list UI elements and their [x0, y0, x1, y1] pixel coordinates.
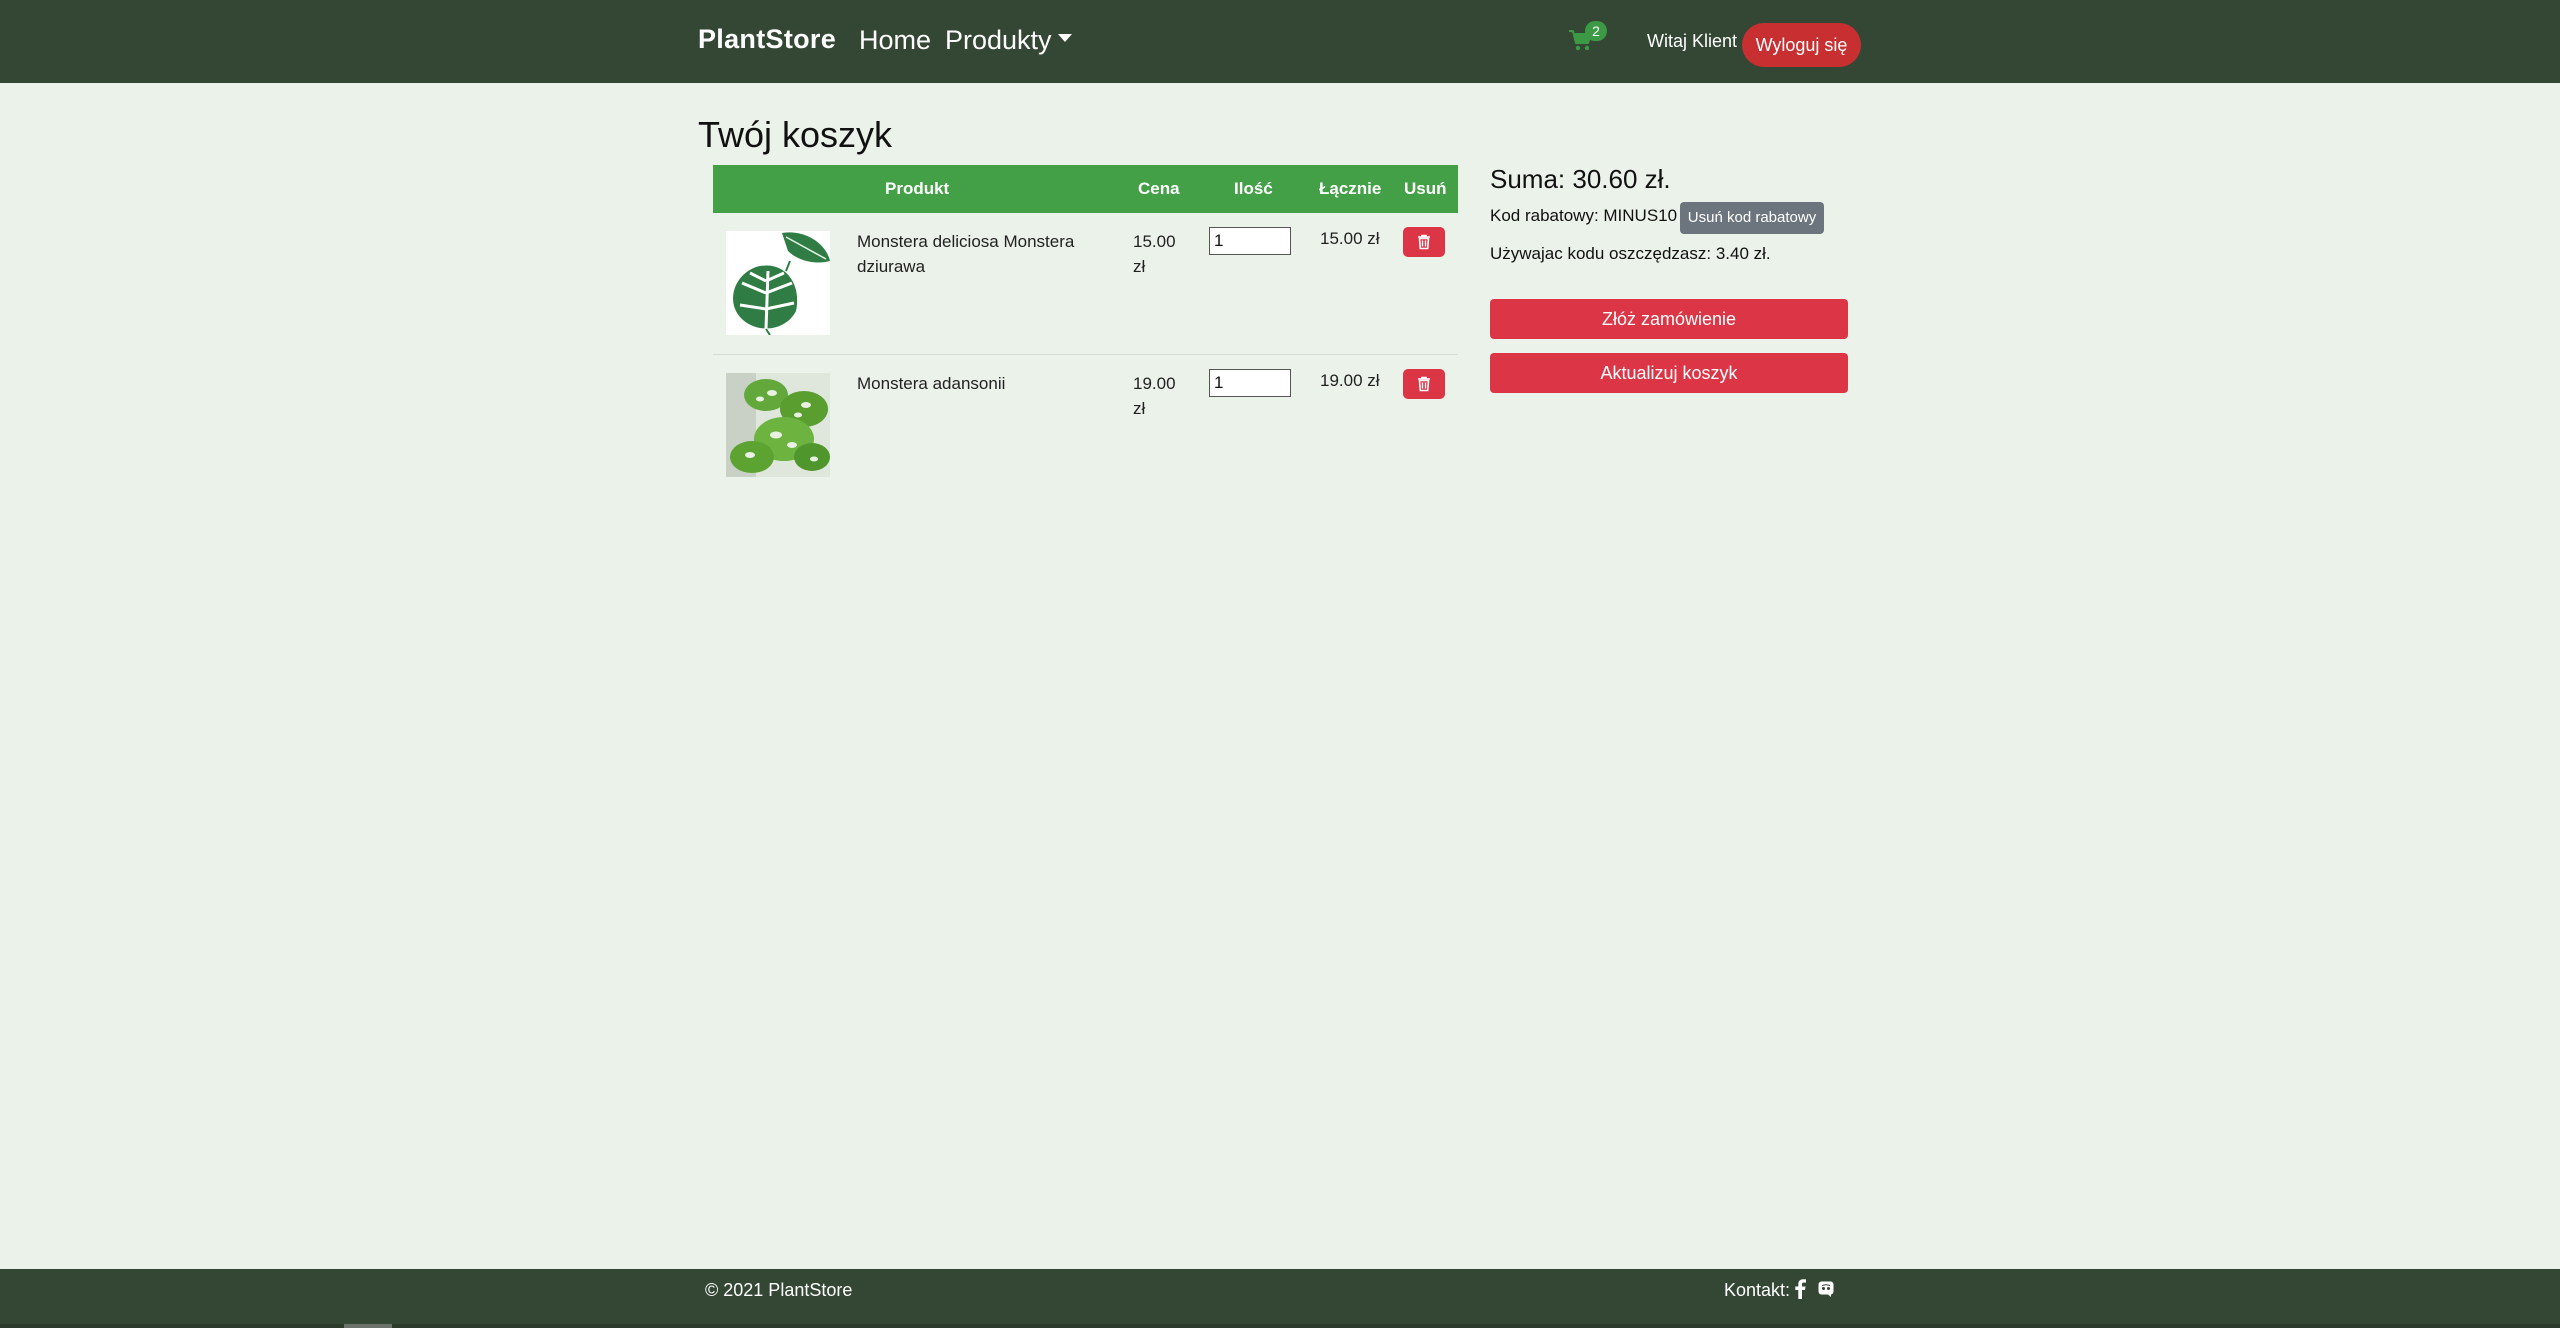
nav-products-label: Produkty — [945, 25, 1052, 55]
product-total: 15.00 zł — [1320, 229, 1380, 248]
product-image[interactable] — [726, 373, 830, 477]
product-name[interactable]: Monstera adansonii — [857, 371, 1087, 396]
user-greeting: Witaj Klient — [1647, 31, 1738, 51]
delete-button[interactable] — [1403, 369, 1445, 399]
copyright-text: © 2021 PlantStore — [705, 1280, 853, 1300]
delete-button[interactable] — [1403, 227, 1445, 257]
savings-text: Używajac kodu oszczędzasz: 3.40 zł. — [1490, 244, 1771, 263]
brand-logo[interactable]: PlantStore — [698, 24, 836, 55]
facebook-icon[interactable] — [1794, 1279, 1806, 1299]
header-remove: Usuń — [1404, 179, 1447, 198]
product-total: 19.00 zł — [1320, 371, 1380, 390]
discount-code-label: Kod rabatowy: MINUS10 — [1490, 206, 1678, 225]
nav-home-link[interactable]: Home — [859, 25, 931, 56]
remove-discount-code-button[interactable]: Usuń kod rabatowy — [1680, 202, 1824, 234]
cart-table: Produkt Cena Ilość Łącznie Usuń Monstera… — [713, 165, 1458, 496]
header-product: Produkt — [885, 179, 950, 198]
update-cart-button[interactable]: Aktualizuj koszyk — [1490, 353, 1848, 393]
product-image[interactable] — [726, 231, 830, 335]
trash-icon — [1418, 376, 1430, 392]
table-header: Produkt Cena Ilość Łącznie Usuń — [713, 165, 1458, 213]
scrollbar-thumb[interactable] — [344, 1324, 392, 1328]
product-price: 15.00 zł — [1133, 232, 1176, 276]
chevron-down-icon — [1057, 33, 1072, 42]
product-price: 19.00 zł — [1133, 374, 1176, 418]
cart-sum: Suma: 30.60 zł. — [1490, 164, 1671, 194]
trash-icon — [1418, 234, 1430, 250]
nav-products-dropdown[interactable]: Produkty — [945, 25, 1072, 56]
quantity-input[interactable] — [1209, 369, 1291, 397]
table-row: Monstera adansonii 19.00 zł 19.00 zł — [713, 354, 1458, 496]
table-row: Monstera deliciosa Monstera dziurawa 15.… — [713, 213, 1458, 354]
header-quantity: Ilość — [1234, 179, 1273, 198]
header-total: Łącznie — [1319, 179, 1382, 198]
discord-icon[interactable] — [1818, 1281, 1834, 1297]
cart-count-badge: 2 — [1585, 21, 1607, 41]
quantity-input[interactable] — [1209, 227, 1291, 255]
navbar: PlantStore Home Produkty 2 Witaj Klient … — [0, 0, 2560, 83]
place-order-button[interactable]: Złóż zamówienie — [1490, 299, 1848, 339]
footer: © 2021 PlantStore Kontakt: — [0, 1269, 2560, 1328]
page-title: Twój koszyk — [698, 114, 893, 155]
product-name[interactable]: Monstera deliciosa Monstera dziurawa — [857, 229, 1087, 279]
logout-button[interactable]: Wyloguj się — [1742, 23, 1861, 67]
contact-label: Kontakt: — [1724, 1280, 1791, 1300]
header-price: Cena — [1138, 179, 1180, 198]
